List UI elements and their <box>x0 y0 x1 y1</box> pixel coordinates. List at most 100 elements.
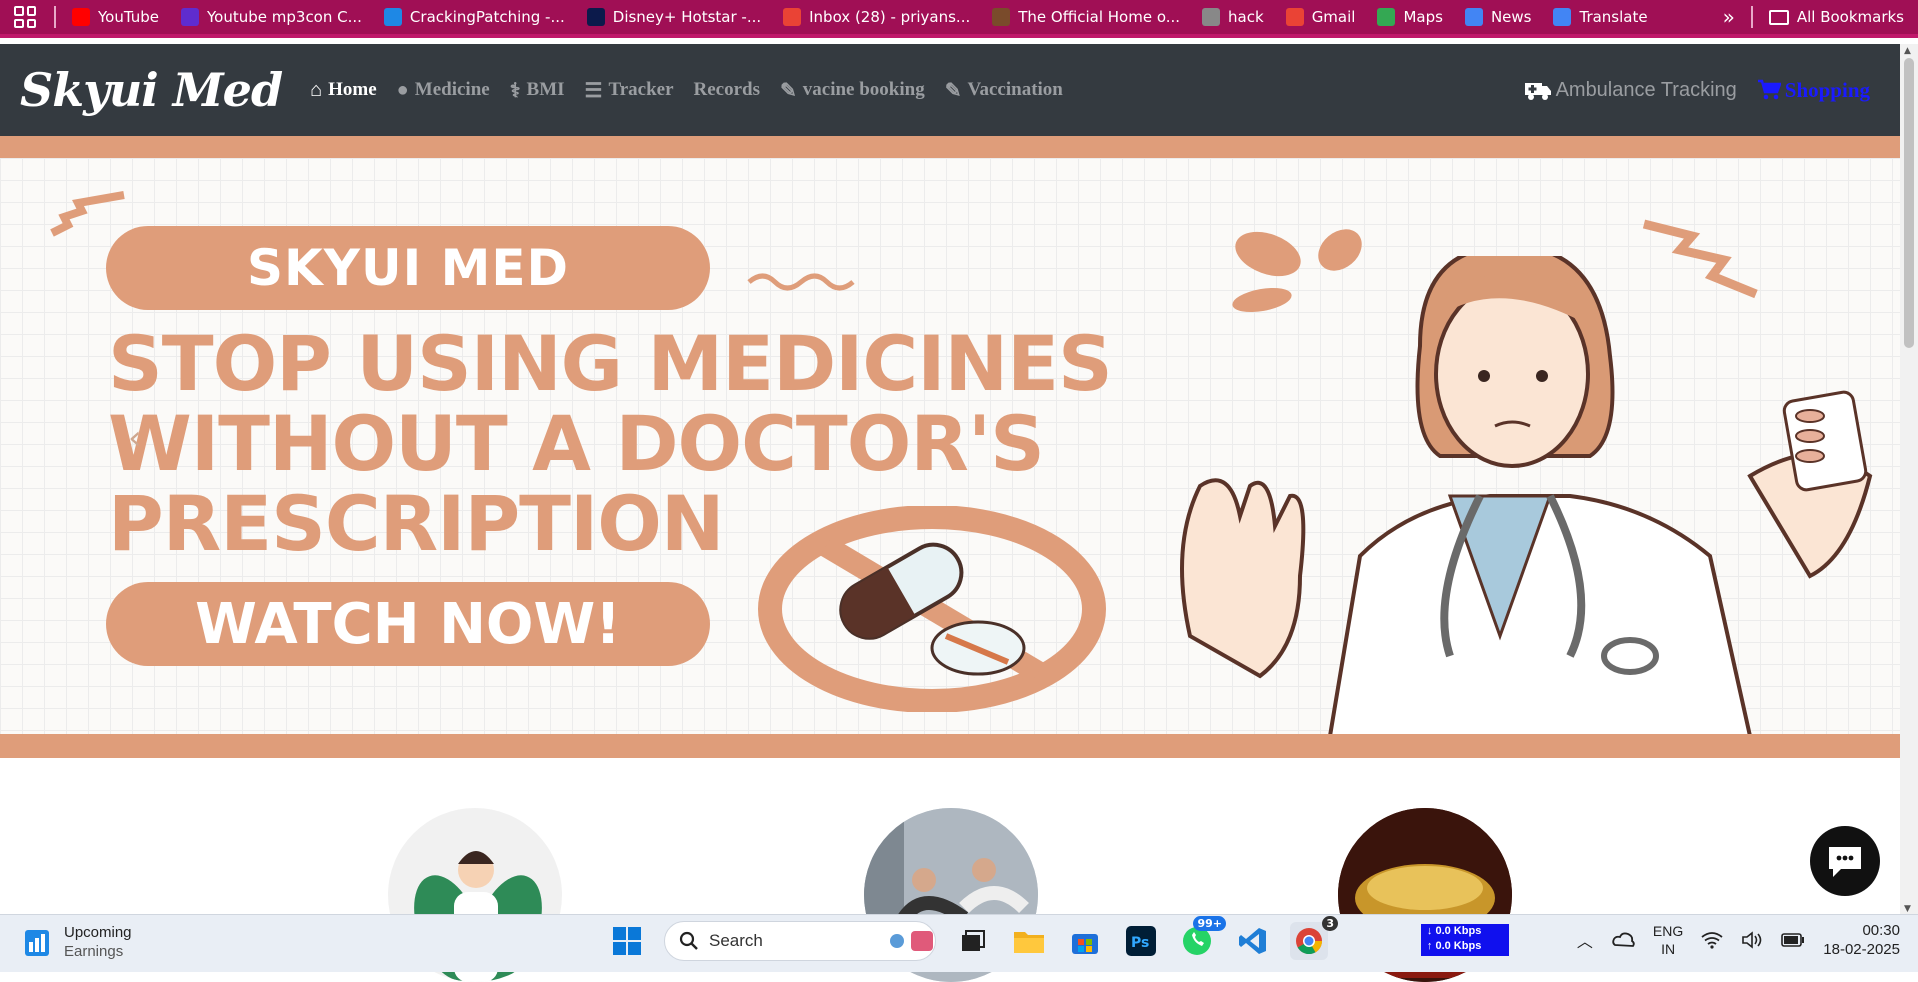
site-navbar: Skyui Med ⌂ Home ● Medicine ⚕ BMI ☰ Tracker Reco… <box>0 44 1900 136</box>
home-icon: ⌂ <box>310 78 323 101</box>
bookmark-item[interactable]: Inbox (28) - priyans... <box>783 8 970 26</box>
nav-link-label: Medicine <box>414 79 490 100</box>
carousel-prev-button[interactable]: ‹ <box>128 418 142 458</box>
nav-link-label: Records <box>693 79 761 100</box>
headline-line-1: STOP USING MEDICINES <box>108 319 1113 408</box>
windows-taskbar: Upcoming Earnings Search Ps 99+ 3 ↓ 0.0 … <box>0 914 1918 972</box>
bookmark-favicon-icon <box>1464 8 1483 26</box>
scroll-down-arrow-icon[interactable]: ▼ <box>1904 904 1911 914</box>
task-view-button[interactable] <box>954 922 992 960</box>
bookmark-item[interactable]: YouTube <box>72 8 159 26</box>
ambulance-tracking-label: Ambulance Tracking <box>1555 78 1737 101</box>
chrome-icon <box>1296 928 1323 955</box>
cart-icon <box>1757 79 1781 100</box>
watch-now-button[interactable]: WATCH NOW! <box>106 582 710 666</box>
bookmark-item[interactable]: The Official Home o... <box>992 8 1180 26</box>
bookmark-label: YouTube <box>98 8 159 26</box>
bookmark-favicon-icon <box>1202 8 1221 26</box>
net-up: ↑ 0.0 Kbps <box>1426 940 1482 952</box>
chat-button[interactable] <box>1810 826 1880 896</box>
photoshop-button[interactable]: Ps <box>1122 922 1160 960</box>
syringe-icon: ✎ <box>780 79 797 102</box>
bookmark-favicon-icon <box>783 8 802 26</box>
scroll-up-arrow-icon[interactable]: ▲ <box>1904 46 1911 56</box>
bookmark-item[interactable]: News <box>1464 8 1532 26</box>
region-code: IN <box>1661 941 1676 957</box>
bookmark-favicon-icon <box>383 8 402 26</box>
nav-link-label: vacine booking <box>802 79 925 100</box>
nav-link-vacine-booking[interactable]: ✎ vacine booking <box>780 78 925 103</box>
folder-icon <box>1014 932 1044 953</box>
store-icon <box>1072 934 1098 954</box>
doctor-illustration <box>1180 256 1873 736</box>
apps-grid-icon[interactable] <box>14 6 36 28</box>
syringe-icon: ✎ <box>944 79 962 102</box>
bookmark-label: News <box>1490 8 1532 26</box>
bookmark-item[interactable]: Disney+ Hotstar -... <box>586 8 762 26</box>
bookmark-list: YouTube Youtube mp3con C... CrackingPatchi… <box>72 8 1670 26</box>
bookmark-item[interactable]: CrackingPatching -... <box>383 8 565 26</box>
scroll-thumb[interactable] <box>1904 58 1914 348</box>
chat-icon <box>1829 847 1861 877</box>
start-button[interactable] <box>608 922 646 960</box>
taskbar-search[interactable]: Search <box>664 921 936 961</box>
bookmark-label: Disney+ Hotstar -... <box>612 8 762 26</box>
widgets-button[interactable]: Upcoming Earnings <box>24 923 132 961</box>
nav-link-vaccination[interactable]: ✎ Vaccination <box>945 78 1063 103</box>
clock-date: 18-02-2025 <box>1823 941 1900 958</box>
photoshop-icon: Ps <box>1126 926 1156 956</box>
brand-logo[interactable]: Skyui Med <box>20 63 283 117</box>
search-highlight-icon <box>890 931 933 951</box>
volume-icon[interactable] <box>1741 931 1763 949</box>
nav-link-records[interactable]: Records <box>694 79 760 101</box>
battery-icon[interactable] <box>1781 933 1805 947</box>
wifi-icon[interactable] <box>1701 931 1723 949</box>
nav-link-home[interactable]: ⌂ Home <box>310 79 377 102</box>
nav-link-label: BMI <box>526 79 565 100</box>
vscode-button[interactable] <box>1234 922 1272 960</box>
store-button[interactable] <box>1066 922 1104 960</box>
bookmark-label: Youtube mp3con C... <box>207 8 362 26</box>
all-bookmarks-label: All Bookmarks <box>1796 8 1904 26</box>
bookmark-label: hack <box>1228 8 1264 26</box>
bookmark-item[interactable]: hack <box>1202 8 1264 26</box>
banner-stripe <box>0 136 1900 158</box>
shopping-label: Shopping <box>1784 77 1870 102</box>
network-speed-meter: ↓ 0.0 Kbps ↑ 0.0 Kbps <box>1420 924 1509 956</box>
chevron-up-icon[interactable]: ︿ <box>1577 928 1593 952</box>
nav-link-bmi[interactable]: ⚕ BMI <box>510 78 565 103</box>
bookmark-item[interactable]: Maps <box>1377 8 1443 26</box>
bookmark-label: Gmail <box>1311 8 1356 26</box>
shopping-link[interactable]: Shopping <box>1757 78 1870 103</box>
bookmark-item[interactable]: Youtube mp3con C... <box>181 8 362 26</box>
language-indicator[interactable]: ENG IN <box>1653 922 1683 958</box>
nav-link-label: Home <box>328 79 377 100</box>
bookmark-favicon-icon <box>1377 8 1396 26</box>
ambulance-tracking-link[interactable]: Ambulance Tracking <box>1524 79 1737 102</box>
bookmark-item[interactable]: Translate <box>1553 8 1648 26</box>
nav-link-tracker[interactable]: ☰ Tracker <box>585 78 674 103</box>
search-icon <box>679 931 698 950</box>
page-scrollbar[interactable]: ▲ ▼ <box>1900 44 1918 916</box>
bookmark-favicon-icon <box>1553 8 1572 26</box>
whatsapp-button[interactable]: 99+ <box>1178 916 1226 960</box>
nav-link-label: Tracker <box>608 79 674 100</box>
file-explorer-button[interactable] <box>1010 922 1048 960</box>
windows-logo-icon <box>613 927 641 955</box>
ambulance-icon <box>1524 83 1551 100</box>
chrome-button[interactable]: 3 <box>1290 916 1338 960</box>
no-pills-sign-icon <box>758 506 1106 712</box>
all-bookmarks-button[interactable]: All Bookmarks <box>1768 8 1904 26</box>
bookmark-label: CrackingPatching -... <box>409 8 565 26</box>
zigzag-decoration <box>50 191 125 237</box>
more-bookmarks-icon[interactable]: » <box>1723 5 1735 29</box>
onedrive-icon[interactable] <box>1611 929 1635 951</box>
stocks-widget-icon <box>25 930 49 956</box>
nav-link-medicine[interactable]: ● Medicine <box>397 79 490 102</box>
widget-title: Upcoming <box>64 924 132 941</box>
headline-line-2: WITHOUT A DOCTOR'S <box>108 399 1045 488</box>
bookmark-item[interactable]: Gmail <box>1285 8 1356 26</box>
system-clock[interactable]: 00:30 18-02-2025 <box>1823 921 1900 959</box>
bookmark-label: The Official Home o... <box>1018 8 1181 26</box>
svg-text:Ps: Ps <box>1131 935 1149 951</box>
